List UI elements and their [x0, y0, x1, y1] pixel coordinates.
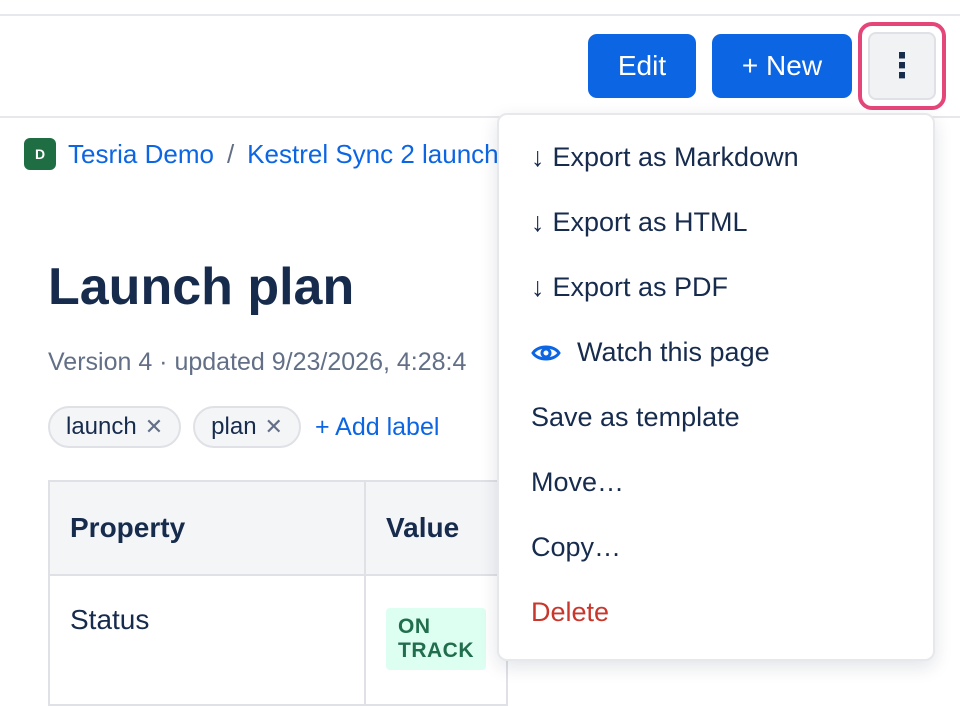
label-text: launch [66, 413, 137, 440]
menu-item-label: Move… [531, 467, 625, 497]
menu-item-export-pdf[interactable]: ↓ Export as PDF [499, 255, 933, 320]
menu-item-label: Watch this page [577, 337, 770, 367]
status-badge: ON TRACK [386, 608, 486, 670]
menu-item-label: Export as PDF [552, 272, 729, 302]
space-avatar[interactable]: D [24, 138, 56, 170]
edit-button[interactable]: Edit [588, 34, 696, 98]
menu-item-label: Export as HTML [552, 207, 748, 237]
property-cell: Status [47, 574, 367, 706]
new-button[interactable]: + New [712, 34, 852, 98]
menu-item-export-markdown[interactable]: ↓ Export as Markdown [499, 125, 933, 190]
more-actions-menu: ↓ Export as Markdown ↓ Export as HTML ↓ … [497, 113, 935, 661]
more-actions-button[interactable]: ⋮ [868, 32, 936, 100]
menu-item-label: Delete [531, 597, 610, 627]
menu-item-save-template[interactable]: Save as template [499, 385, 933, 450]
label-chip-launch: launch ✕ [48, 406, 182, 448]
menu-item-label: Save as template [531, 402, 740, 432]
menu-item-label: Export as Markdown [552, 142, 799, 172]
breadcrumb-separator: / [226, 138, 235, 169]
table-header-row: Property Value [47, 480, 508, 576]
properties-table: Property Value Status ON TRACK [47, 480, 508, 706]
breadcrumb-space-link[interactable]: Tesria Demo [68, 139, 214, 170]
breadcrumb: D Tesria Demo / Kestrel Sync 2 launch [24, 136, 499, 172]
download-arrow-icon: ↓ [531, 272, 545, 302]
column-header-value: Value [364, 480, 508, 576]
menu-item-move[interactable]: Move… [499, 450, 933, 515]
menu-item-delete[interactable]: Delete [499, 580, 933, 645]
menu-item-label: Copy… [531, 532, 622, 562]
page-title: Launch plan [48, 258, 355, 316]
label-text: plan [211, 413, 257, 440]
eye-icon [531, 345, 561, 360]
table-row: Status ON TRACK [47, 574, 508, 706]
menu-item-copy[interactable]: Copy… [499, 515, 933, 580]
top-divider [0, 14, 960, 16]
page-version-meta: Version 4 · updated 9/23/2026, 4:28:4 [48, 348, 467, 376]
download-arrow-icon: ↓ [531, 142, 545, 172]
add-label-link[interactable]: + Add label [315, 413, 439, 442]
label-list: launch ✕ plan ✕ + Add label [48, 406, 439, 448]
menu-item-watch-page[interactable]: Watch this page [499, 320, 933, 385]
menu-item-export-html[interactable]: ↓ Export as HTML [499, 190, 933, 255]
column-header-property: Property [47, 480, 367, 576]
label-chip-plan: plan ✕ [193, 406, 301, 448]
value-cell: ON TRACK [364, 574, 508, 706]
more-vertical-icon: ⋮ [885, 47, 919, 85]
breadcrumb-page-link[interactable]: Kestrel Sync 2 launch [247, 139, 498, 170]
download-arrow-icon: ↓ [531, 207, 545, 237]
remove-label-icon[interactable]: ✕ [265, 414, 283, 440]
remove-label-icon[interactable]: ✕ [145, 414, 163, 440]
